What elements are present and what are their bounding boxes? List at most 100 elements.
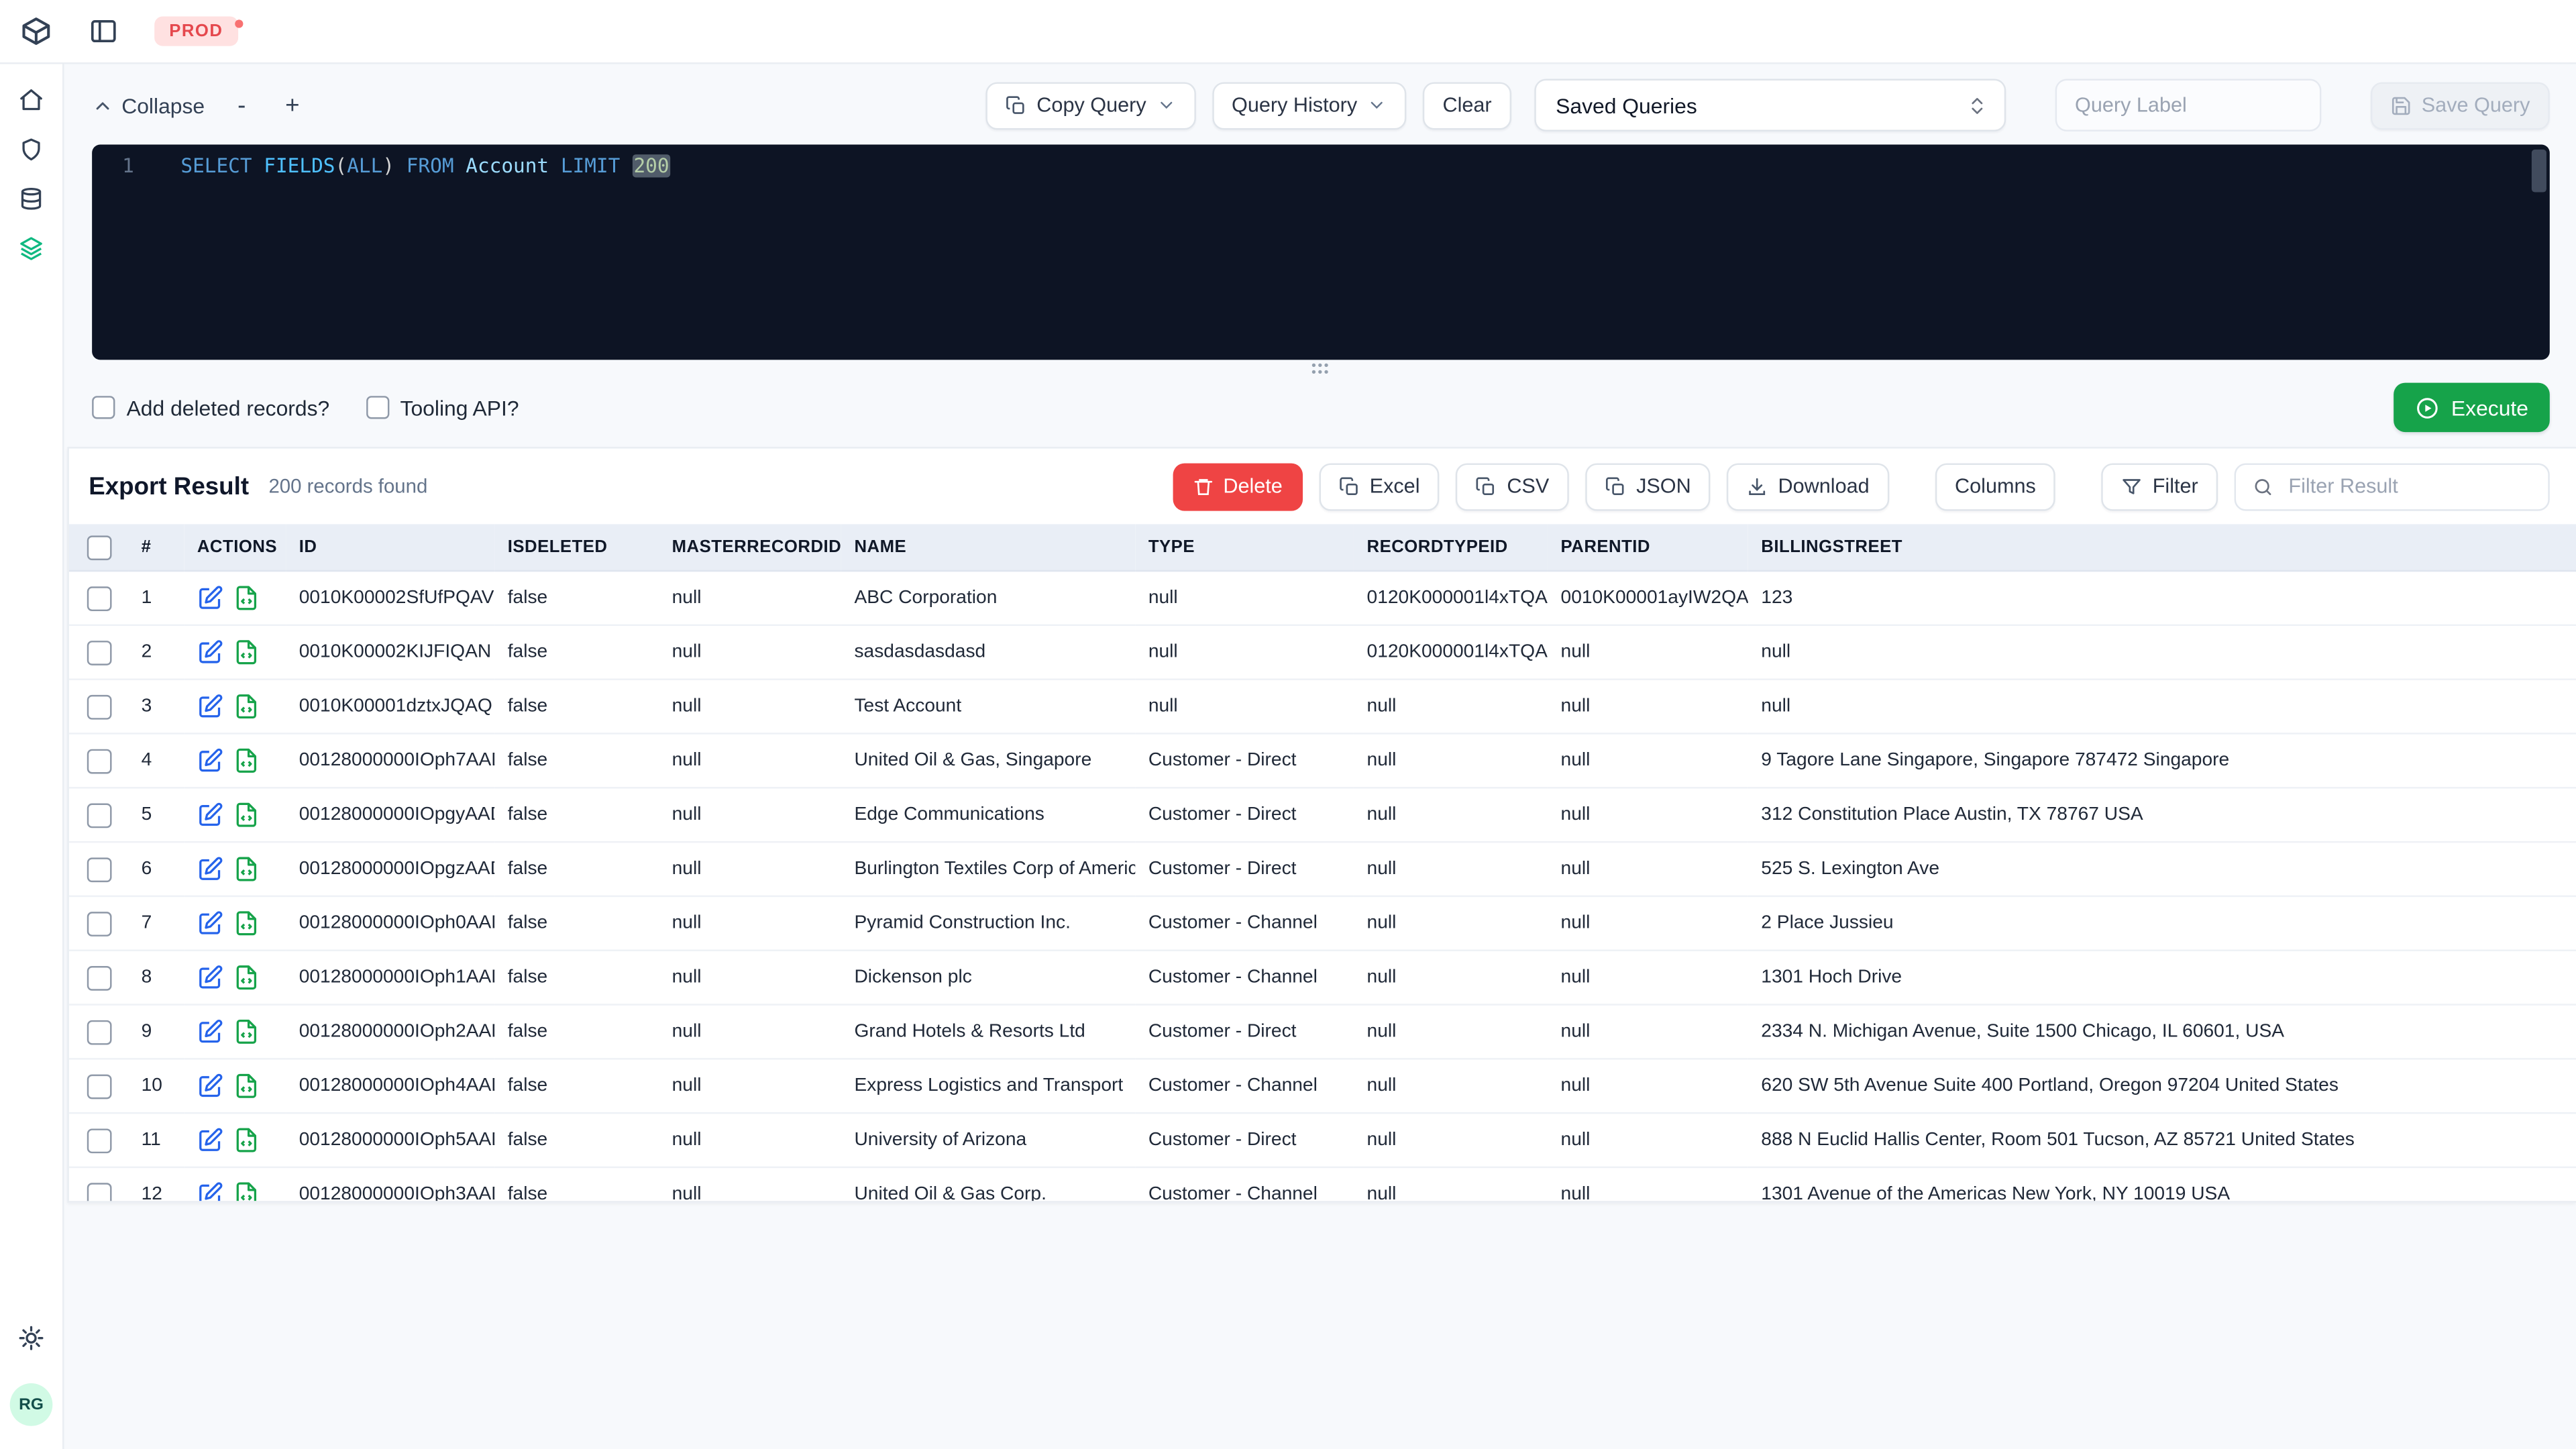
cell-masterrecordid: null bbox=[659, 733, 841, 789]
app-logo-icon[interactable] bbox=[19, 15, 52, 48]
cell-billingstreet: null bbox=[1748, 625, 2576, 680]
edit-record-icon[interactable] bbox=[197, 1127, 223, 1153]
filter-button[interactable]: Filter bbox=[2101, 462, 2218, 511]
copy-query-button[interactable]: Copy Query bbox=[985, 81, 1196, 129]
cell-isdeleted: false bbox=[494, 788, 659, 843]
save-query-button[interactable]: Save Query bbox=[2370, 81, 2550, 129]
download-button[interactable]: Download bbox=[1727, 462, 1890, 511]
edit-record-icon[interactable] bbox=[197, 747, 223, 773]
row-checkbox[interactable] bbox=[86, 910, 111, 936]
row-select-cell bbox=[68, 625, 129, 680]
edit-record-icon[interactable] bbox=[197, 1073, 223, 1099]
row-checkbox[interactable] bbox=[86, 857, 111, 881]
col-header-name[interactable]: NAME bbox=[841, 524, 1136, 572]
code-editor[interactable]: 1 SELECT FIELDS(ALL) FROM Account LIMIT … bbox=[92, 144, 2550, 360]
edit-record-icon[interactable] bbox=[197, 802, 223, 828]
collapse-button[interactable]: Collapse bbox=[92, 93, 205, 117]
row-checkbox[interactable] bbox=[86, 1073, 111, 1099]
edit-record-icon[interactable] bbox=[197, 1181, 223, 1201]
row-checkbox[interactable] bbox=[86, 1019, 111, 1044]
col-header-id[interactable]: ID bbox=[286, 524, 495, 572]
edit-record-icon[interactable] bbox=[197, 856, 223, 882]
col-header-num[interactable]: # bbox=[128, 524, 184, 572]
csv-button[interactable]: CSV bbox=[1456, 462, 1569, 511]
font-decrease-button[interactable]: - bbox=[231, 91, 252, 119]
cell-isdeleted: false bbox=[494, 1059, 659, 1114]
row-checkbox[interactable] bbox=[86, 639, 111, 665]
saved-queries-select[interactable]: Saved Queries bbox=[1534, 78, 2006, 131]
export-record-icon[interactable] bbox=[233, 747, 260, 773]
row-number: 3 bbox=[128, 679, 184, 735]
line-number: 1 bbox=[122, 154, 134, 178]
export-record-icon[interactable] bbox=[233, 693, 260, 719]
shield-icon[interactable] bbox=[8, 127, 54, 173]
row-checkbox[interactable] bbox=[86, 586, 111, 610]
export-record-icon[interactable] bbox=[233, 802, 260, 828]
col-header-parentid[interactable]: PARENTID bbox=[1547, 524, 1748, 572]
cell-isdeleted: false bbox=[494, 733, 659, 789]
edit-record-icon[interactable] bbox=[197, 585, 223, 611]
sidebar-toggle-icon[interactable] bbox=[89, 16, 118, 46]
row-checkbox[interactable] bbox=[86, 802, 111, 828]
csv-label: CSV bbox=[1507, 474, 1550, 498]
export-record-icon[interactable] bbox=[233, 639, 260, 665]
export-record-icon[interactable] bbox=[233, 1018, 260, 1044]
row-checkbox[interactable] bbox=[86, 748, 111, 773]
home-icon[interactable] bbox=[8, 77, 54, 123]
export-record-icon[interactable] bbox=[233, 1181, 260, 1201]
database-icon[interactable] bbox=[8, 176, 54, 222]
export-record-icon[interactable] bbox=[233, 965, 260, 991]
col-header-type[interactable]: TYPE bbox=[1135, 524, 1354, 572]
add-deleted-checkbox[interactable]: Add deleted records? bbox=[92, 395, 329, 420]
font-increase-button[interactable]: + bbox=[278, 91, 306, 119]
cell-masterrecordid: null bbox=[659, 1167, 841, 1201]
json-button[interactable]: JSON bbox=[1585, 462, 1711, 511]
code-token: SELECT bbox=[180, 154, 252, 178]
editor-resize-handle[interactable]: ••• ••• bbox=[1311, 358, 1330, 378]
row-select-cell bbox=[68, 1113, 129, 1169]
edit-record-icon[interactable] bbox=[197, 910, 223, 936]
export-record-icon[interactable] bbox=[233, 1073, 260, 1099]
export-record-icon[interactable] bbox=[233, 856, 260, 882]
export-record-icon[interactable] bbox=[233, 1127, 260, 1153]
col-header-billingstreet[interactable]: BILLINGSTREET bbox=[1748, 524, 2576, 572]
edit-record-icon[interactable] bbox=[197, 965, 223, 991]
excel-button[interactable]: Excel bbox=[1318, 462, 1440, 511]
edit-record-icon[interactable] bbox=[197, 639, 223, 665]
row-checkbox[interactable] bbox=[86, 694, 111, 719]
avatar[interactable]: RG bbox=[9, 1383, 53, 1426]
editor-scrollbar[interactable] bbox=[2531, 149, 2546, 193]
row-checkbox[interactable] bbox=[86, 1182, 111, 1201]
row-number: 1 bbox=[128, 571, 184, 627]
layers-icon[interactable] bbox=[8, 225, 54, 272]
export-record-icon[interactable] bbox=[233, 585, 260, 611]
col-header-actions[interactable]: ACTIONS bbox=[184, 524, 286, 572]
table-row: 2 0010K00002KIJFIQAN false null sasdasda… bbox=[68, 625, 2576, 680]
edit-record-icon[interactable] bbox=[197, 693, 223, 719]
tooling-api-checkbox[interactable]: Tooling API? bbox=[366, 395, 519, 420]
col-header-recordtypeid[interactable]: RECORDTYPEID bbox=[1353, 524, 1548, 572]
row-checkbox[interactable] bbox=[86, 1128, 111, 1152]
clear-label: Clear bbox=[1442, 93, 1492, 117]
clear-button[interactable]: Clear bbox=[1423, 81, 1512, 129]
select-all-checkbox[interactable] bbox=[86, 535, 111, 559]
col-header-isdeleted[interactable]: ISDELETED bbox=[494, 524, 659, 572]
export-record-icon[interactable] bbox=[233, 910, 260, 936]
sun-icon[interactable] bbox=[8, 1314, 54, 1360]
edit-record-icon[interactable] bbox=[197, 1018, 223, 1044]
query-label-input[interactable] bbox=[2055, 78, 2322, 131]
filter-result-search bbox=[2234, 462, 2550, 511]
cell-name: Express Logistics and Transport bbox=[841, 1059, 1136, 1114]
filter-result-input[interactable] bbox=[2285, 473, 2532, 500]
execute-label: Execute bbox=[2451, 394, 2528, 420]
row-actions-cell bbox=[184, 733, 286, 789]
delete-button[interactable]: Delete bbox=[1172, 462, 1303, 511]
col-header-masterrecordid[interactable]: MASTERRECORDID bbox=[659, 524, 841, 572]
row-checkbox[interactable] bbox=[86, 965, 111, 990]
execute-button[interactable]: Execute bbox=[2394, 382, 2550, 433]
query-history-button[interactable]: Query History bbox=[1212, 81, 1407, 129]
code-token: 200 bbox=[632, 154, 672, 178]
query-history-label: Query History bbox=[1232, 93, 1358, 117]
columns-button[interactable]: Columns bbox=[1935, 462, 2056, 511]
